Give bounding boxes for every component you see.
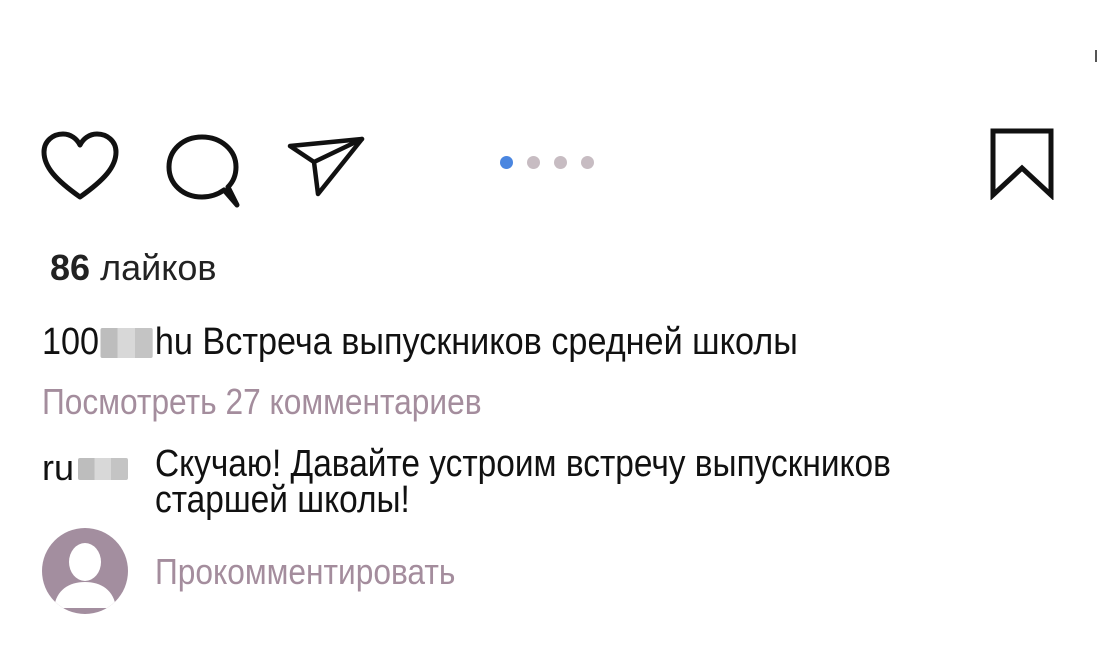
paper-plane-icon[interactable] <box>286 134 368 200</box>
comment-text: Скучаю! Давайте устроим встречу выпускни… <box>155 443 891 521</box>
comment-username[interactable]: ru <box>42 446 129 490</box>
redacted-block <box>100 328 154 358</box>
view-comments-link[interactable]: Посмотреть 27 комментариев <box>42 380 482 424</box>
add-comment-input[interactable]: Прокомментировать <box>155 550 455 594</box>
caption-text: Встреча выпускников средней школы <box>202 321 798 363</box>
likes-label: лайков <box>100 247 217 288</box>
edge-mark <box>1095 50 1097 62</box>
speech-bubble-icon[interactable] <box>164 132 244 210</box>
user-silhouette-icon <box>54 543 116 608</box>
likes-number: 86 <box>50 247 91 288</box>
carousel-dot[interactable] <box>581 156 594 169</box>
redacted-block <box>78 458 129 480</box>
bookmark-icon[interactable] <box>988 126 1056 200</box>
carousel-dot-active[interactable] <box>500 156 513 169</box>
carousel-indicator <box>500 156 594 169</box>
caption-username[interactable]: 100 hu <box>42 321 193 363</box>
heart-icon[interactable] <box>40 130 120 202</box>
post-caption: 100 hu Встреча выпускников средней школы <box>42 318 798 366</box>
carousel-dot[interactable] <box>554 156 567 169</box>
avatar <box>42 528 128 614</box>
likes-count[interactable]: 86 лайков <box>50 246 217 290</box>
carousel-dot[interactable] <box>527 156 540 169</box>
